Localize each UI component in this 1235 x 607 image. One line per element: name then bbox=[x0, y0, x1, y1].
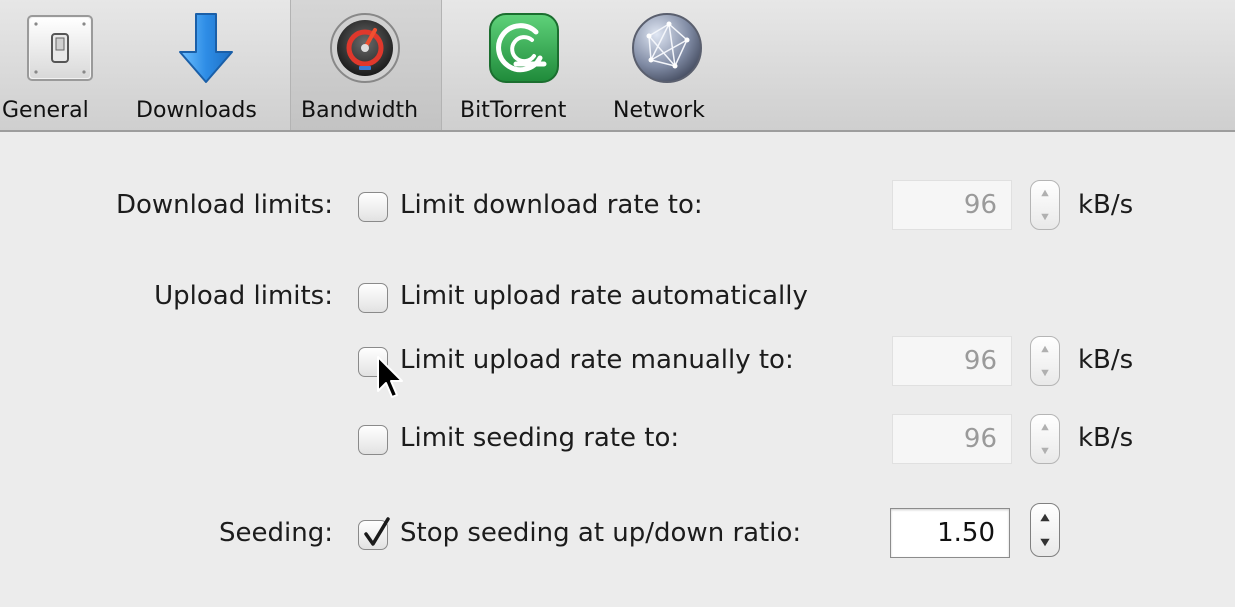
stepper-down-icon[interactable] bbox=[1031, 361, 1059, 385]
tab-general[interactable]: General bbox=[0, 0, 118, 130]
stepper-down-icon[interactable] bbox=[1031, 439, 1059, 463]
tab-general-label: General bbox=[2, 98, 89, 123]
stepper-down-icon[interactable] bbox=[1031, 205, 1059, 229]
stepper-down-icon[interactable] bbox=[1031, 530, 1059, 556]
download-rate-stepper[interactable] bbox=[1030, 180, 1060, 230]
tab-downloads[interactable]: Downloads bbox=[130, 0, 280, 130]
upload-manual-rate-field[interactable]: 96 bbox=[892, 336, 1012, 386]
seeding-ratio-stepper[interactable] bbox=[1030, 503, 1060, 557]
tab-network[interactable]: Network bbox=[605, 0, 725, 130]
seeding-label: Seeding: bbox=[219, 518, 333, 548]
limit-download-rate-checkbox[interactable] bbox=[358, 192, 388, 222]
bittorrent-logo-icon bbox=[489, 13, 559, 83]
limit-download-rate-label: Limit download rate to: bbox=[400, 190, 703, 220]
globe-network-icon bbox=[632, 13, 702, 83]
speedometer-icon bbox=[330, 13, 400, 83]
tab-network-label: Network bbox=[613, 98, 705, 123]
upload-manual-rate-unit: kB/s bbox=[1078, 345, 1134, 375]
download-rate-unit: kB/s bbox=[1078, 190, 1134, 220]
upload-limits-label: Upload limits: bbox=[154, 281, 333, 311]
tab-downloads-label: Downloads bbox=[136, 98, 257, 123]
seeding-rate-field[interactable]: 96 bbox=[892, 414, 1012, 464]
mouse-pointer-icon bbox=[377, 356, 403, 398]
seeding-rate-unit: kB/s bbox=[1078, 423, 1134, 453]
tab-bittorrent-label: BitTorrent bbox=[460, 98, 567, 123]
download-rate-field[interactable]: 96 bbox=[892, 180, 1012, 230]
limit-upload-auto-label: Limit upload rate automatically bbox=[400, 281, 808, 311]
stepper-up-icon[interactable] bbox=[1031, 337, 1059, 361]
stepper-up-icon[interactable] bbox=[1031, 181, 1059, 205]
limit-seeding-rate-checkbox[interactable] bbox=[358, 425, 388, 455]
toggle-switch-icon bbox=[27, 15, 93, 81]
limit-upload-manual-label: Limit upload rate manually to: bbox=[400, 345, 794, 375]
upload-manual-rate-stepper[interactable] bbox=[1030, 336, 1060, 386]
seeding-ratio-field[interactable]: 1.50 bbox=[890, 508, 1010, 558]
stop-seeding-ratio-label: Stop seeding at up/down ratio: bbox=[400, 518, 802, 548]
stop-seeding-ratio-checkbox[interactable] bbox=[358, 517, 390, 550]
checkmark-icon bbox=[364, 517, 390, 546]
tab-bittorrent[interactable]: BitTorrent bbox=[450, 0, 600, 130]
tab-bandwidth[interactable]: Bandwidth bbox=[290, 0, 442, 130]
stepper-up-icon[interactable] bbox=[1031, 415, 1059, 439]
stepper-up-icon[interactable] bbox=[1031, 504, 1059, 530]
limit-upload-auto-checkbox[interactable] bbox=[358, 283, 388, 313]
seeding-rate-stepper[interactable] bbox=[1030, 414, 1060, 464]
preferences-toolbar: General Downloads Bandwidth BitTorrent N… bbox=[0, 0, 1235, 132]
download-arrow-icon bbox=[179, 13, 233, 83]
tab-bandwidth-label: Bandwidth bbox=[301, 98, 419, 123]
limit-seeding-rate-label: Limit seeding rate to: bbox=[400, 423, 680, 453]
download-limits-label: Download limits: bbox=[115, 190, 333, 220]
